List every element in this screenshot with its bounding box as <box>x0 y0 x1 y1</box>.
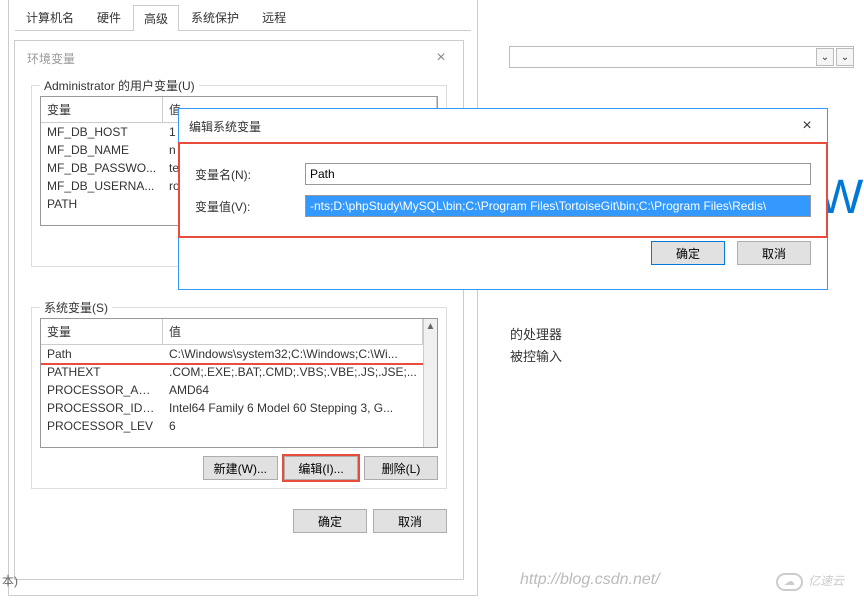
tab-system-protection[interactable]: 系统保护 <box>180 4 250 30</box>
new-button[interactable]: 新建(W)... <box>203 456 278 480</box>
chevron-down-icon[interactable]: ⌄ <box>816 48 834 66</box>
env-var-title-bar: 环境变量 × <box>15 41 463 75</box>
table-row[interactable]: PATHEXT.COM;.EXE;.BAT;.CMD;.VBS;.VBE;.JS… <box>41 363 423 381</box>
edit-system-variable-dialog: 编辑系统变量 × 变量名(N): 变量值(V): 确定 取消 <box>178 108 828 290</box>
table-row[interactable]: PROCESSOR_LEV6 <box>41 417 423 435</box>
watermark-blog: http://blog.csdn.net/ <box>520 571 660 589</box>
variable-name-label: 变量名(N): <box>195 166 305 183</box>
close-icon[interactable]: × <box>797 117 817 135</box>
cancel-button[interactable]: 取消 <box>737 241 811 265</box>
tab-remote[interactable]: 远程 <box>251 4 297 30</box>
system-vars-table[interactable]: 变量 值 PathC:\Windows\system32;C:\Windows;… <box>40 318 438 448</box>
tab-advanced[interactable]: 高级 <box>133 5 179 31</box>
variable-name-row: 变量名(N): <box>195 163 811 185</box>
watermark-text: 亿速云 <box>808 574 844 588</box>
system-vars-header: 变量 值 <box>41 319 423 345</box>
env-var-dialog-buttons: 确定 取消 <box>31 509 447 533</box>
dropdown-bg[interactable] <box>509 46 854 68</box>
variable-value-label: 变量值(V): <box>195 198 305 215</box>
edit-dialog-titlebar: 编辑系统变量 × <box>179 109 827 143</box>
tabs-bar: 计算机名 硬件 高级 系统保护 远程 <box>15 4 471 31</box>
table-row[interactable]: PROCESSOR_AR...AMD64 <box>41 381 423 399</box>
chevron-down-icon[interactable]: ⌄ <box>836 48 854 66</box>
table-row[interactable]: PROCESSOR_IDE...Intel64 Family 6 Model 6… <box>41 399 423 417</box>
scrollbar[interactable]: ▲ <box>423 319 437 447</box>
ok-button[interactable]: 确定 <box>293 509 367 533</box>
system-vars-group: 系统变量(S) 变量 值 PathC:\Windows\system32;C:\… <box>31 307 447 489</box>
system-vars-buttons: 新建(W)... 编辑(I)... 删除(L) <box>40 456 438 480</box>
system-vars-col-value[interactable]: 值 <box>163 319 423 344</box>
user-vars-col-name[interactable]: 变量 <box>41 97 163 122</box>
edit-dialog-body: 变量名(N): 变量值(V): <box>179 143 827 237</box>
scroll-up-icon[interactable]: ▲ <box>424 319 437 332</box>
system-vars-body[interactable]: PathC:\Windows\system32;C:\Windows;C:\Wi… <box>41 345 423 448</box>
cancel-button[interactable]: 取消 <box>373 509 447 533</box>
system-vars-group-title: 系统变量(S) <box>40 299 112 316</box>
tab-hardware[interactable]: 硬件 <box>86 4 132 30</box>
ok-button[interactable]: 确定 <box>651 241 725 265</box>
watermark-brand: ☁ 亿速云 <box>776 572 844 589</box>
bottom-left-text: 本) <box>2 572 18 589</box>
table-row-path[interactable]: PathC:\Windows\system32;C:\Windows;C:\Wi… <box>41 345 423 363</box>
system-vars-col-name[interactable]: 变量 <box>41 319 163 344</box>
variable-value-row: 变量值(V): <box>195 195 811 217</box>
close-icon[interactable]: × <box>431 49 451 67</box>
variable-name-input[interactable] <box>305 163 811 185</box>
dropdown-arrows: ⌄ ⌄ <box>816 48 854 66</box>
tab-computer-name[interactable]: 计算机名 <box>15 4 85 30</box>
edit-button[interactable]: 编辑(I)... <box>284 456 358 480</box>
cloud-icon: ☁ <box>776 573 803 591</box>
right-text-1: 的处理器 <box>510 324 562 343</box>
variable-value-input[interactable] <box>305 195 811 217</box>
env-var-title: 环境变量 <box>27 50 75 67</box>
right-text-2: 被控输入 <box>510 346 562 365</box>
delete-button[interactable]: 删除(L) <box>364 456 438 480</box>
edit-dialog-title: 编辑系统变量 <box>189 118 261 135</box>
edit-dialog-buttons: 确定 取消 <box>179 237 827 275</box>
user-vars-group-title: Administrator 的用户变量(U) <box>40 77 199 94</box>
